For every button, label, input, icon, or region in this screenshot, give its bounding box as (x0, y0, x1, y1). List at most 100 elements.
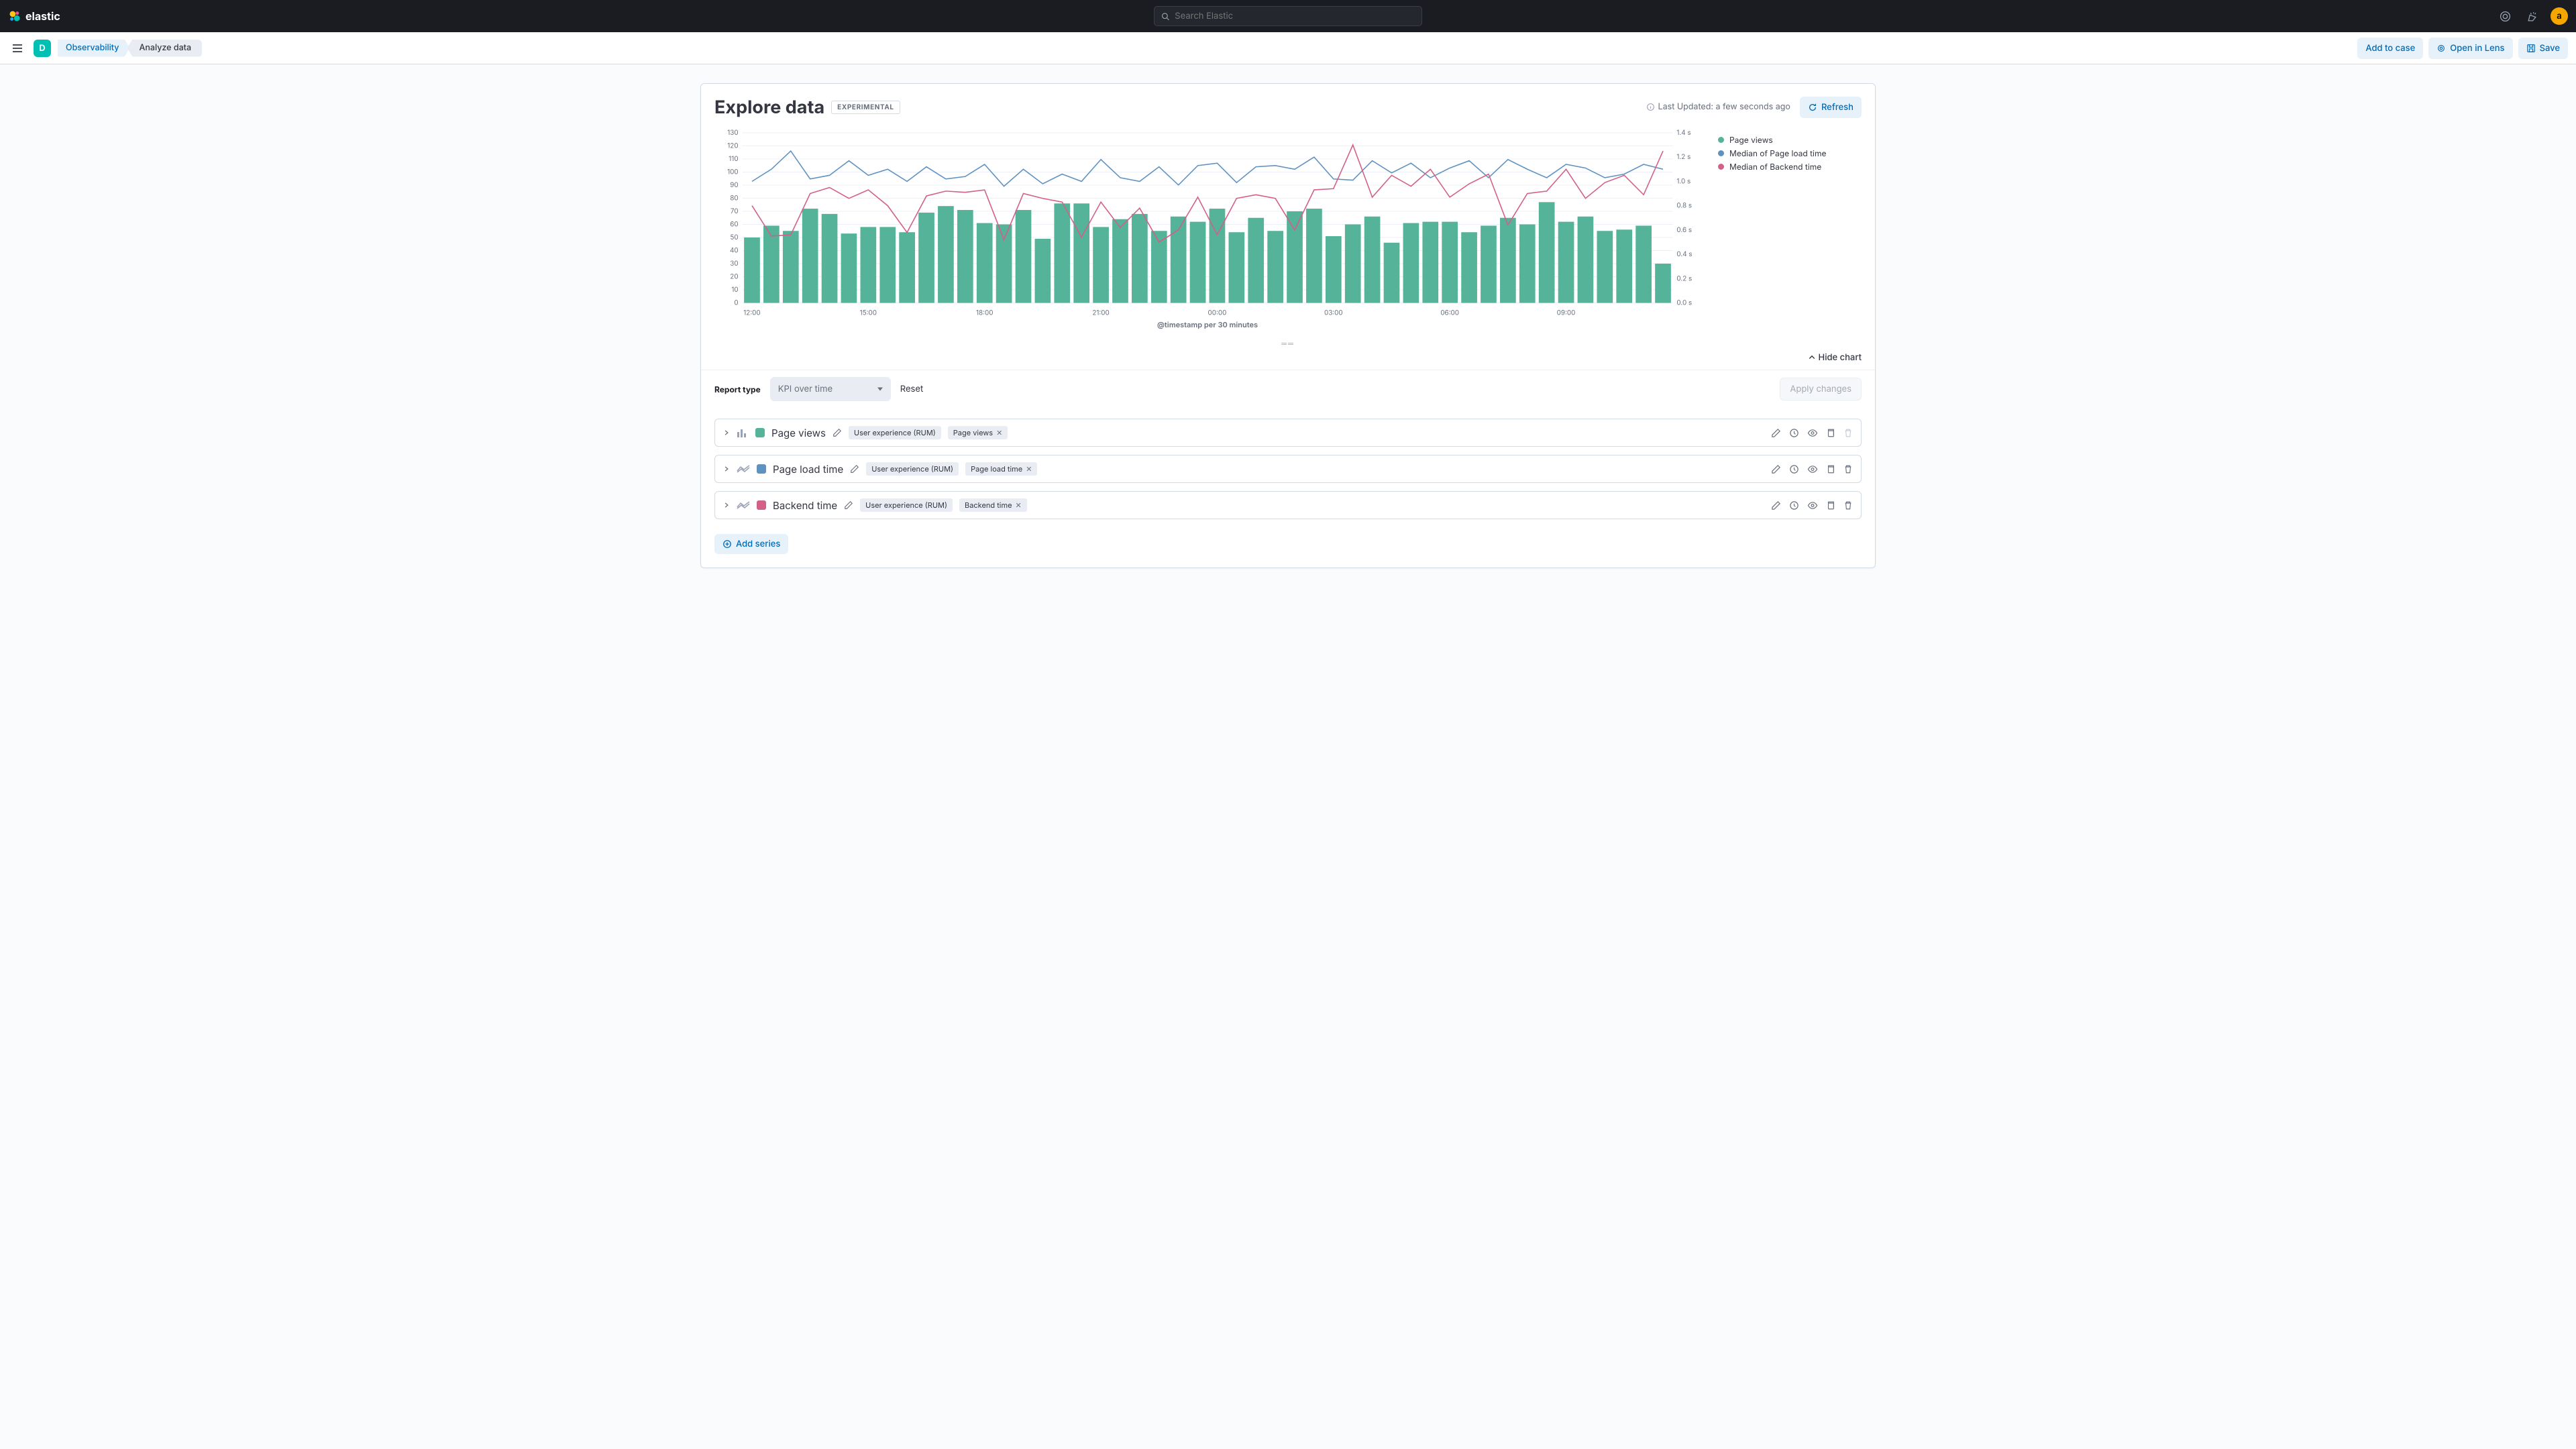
report-type-label: Report type (714, 384, 761, 394)
visibility-icon[interactable] (1807, 428, 1818, 438)
edit-name-icon[interactable] (844, 500, 853, 510)
svg-text:18:00: 18:00 (976, 309, 993, 317)
svg-text:80: 80 (730, 194, 738, 202)
chevron-up-icon (1808, 354, 1816, 362)
edit-icon[interactable] (1771, 464, 1781, 474)
search-input[interactable] (1175, 11, 1415, 21)
explore-data-panel: Explore data EXPERIMENTAL Last Updated: … (700, 83, 1876, 568)
legend-label: Median of Backend time (1729, 162, 1821, 172)
series-color-swatch[interactable] (755, 428, 765, 437)
add-series-button[interactable]: Add series (714, 534, 788, 554)
svg-text:15:00: 15:00 (860, 309, 877, 317)
breadcrumb-observability[interactable]: Observability (58, 40, 130, 57)
series-color-swatch[interactable] (757, 464, 766, 474)
hide-chart-toggle[interactable]: Hide chart (1808, 352, 1862, 363)
expand-series-toggle[interactable] (723, 429, 730, 436)
copy-icon[interactable] (1826, 464, 1835, 474)
newsfeed-icon[interactable] (2524, 8, 2540, 24)
metric-tag: Page views✕ (948, 426, 1008, 439)
expand-series-toggle[interactable] (723, 466, 730, 472)
elastic-logo-icon (8, 9, 21, 23)
metric-tag: Backend time✕ (959, 498, 1027, 512)
global-search[interactable] (1154, 6, 1422, 26)
report-type-select[interactable]: KPI over time (770, 377, 891, 401)
last-updated-text: Last Updated: a few seconds ago (1646, 102, 1790, 112)
series-name: Page views (771, 427, 826, 439)
series-name: Backend time (773, 499, 837, 512)
lens-icon (2436, 44, 2446, 53)
svg-text:20: 20 (730, 272, 738, 280)
nav-toggle-button[interactable] (8, 39, 27, 58)
series-row: Page views User experience (RUM) Page vi… (714, 419, 1862, 447)
copy-icon[interactable] (1826, 428, 1835, 438)
date-icon[interactable] (1789, 428, 1799, 438)
edit-icon[interactable] (1771, 428, 1781, 438)
refresh-button[interactable]: Refresh (1800, 97, 1862, 118)
delete-icon[interactable] (1843, 464, 1853, 474)
copy-icon[interactable] (1826, 500, 1835, 511)
svg-text:120: 120 (727, 142, 738, 150)
series-list: Page views User experience (RUM) Page vi… (701, 419, 1875, 526)
series-type-icon (737, 500, 750, 510)
elastic-logo[interactable]: elastic (8, 9, 60, 23)
user-avatar[interactable]: a (2551, 7, 2568, 25)
remove-tag-icon[interactable]: ✕ (1016, 500, 1022, 510)
series-row: Backend time User experience (RUM) Backe… (714, 491, 1862, 519)
experimental-badge: EXPERIMENTAL (831, 101, 900, 114)
svg-text:0: 0 (734, 299, 738, 307)
expand-series-toggle[interactable] (723, 502, 730, 508)
visibility-icon[interactable] (1807, 500, 1818, 511)
legend-label: Page views (1729, 135, 1773, 145)
svg-text:0.4 s: 0.4 s (1676, 250, 1692, 258)
legend-dot (1718, 150, 1724, 156)
svg-text:60: 60 (730, 220, 738, 228)
resize-handle[interactable]: ══ (701, 337, 1875, 350)
edit-name-icon[interactable] (833, 428, 842, 437)
save-button[interactable]: Save (2518, 38, 2568, 59)
visibility-icon[interactable] (1807, 464, 1818, 474)
svg-text:10: 10 (731, 286, 738, 294)
svg-text:12:00: 12:00 (743, 309, 760, 317)
edit-icon[interactable] (1771, 500, 1781, 511)
add-to-case-button[interactable]: Add to case (2357, 38, 2423, 59)
series-color-swatch[interactable] (757, 500, 766, 510)
series-type-icon (737, 464, 750, 474)
global-header: elastic a (0, 0, 2576, 32)
date-icon[interactable] (1789, 464, 1799, 474)
legend-item[interactable]: Median of Backend time (1718, 160, 1864, 173)
svg-text:0.6 s: 0.6 s (1676, 226, 1692, 234)
space-selector[interactable]: D (34, 40, 51, 57)
svg-text:1.2 s: 1.2 s (1676, 153, 1690, 161)
date-icon[interactable] (1789, 500, 1799, 511)
data-source-tag: User experience (RUM) (849, 426, 941, 439)
app-header: D Observability Analyze data Add to case… (0, 32, 2576, 64)
plus-circle-icon (722, 539, 732, 549)
legend-item[interactable]: Page views (1718, 133, 1864, 146)
series-type-icon (737, 428, 749, 437)
svg-text:130: 130 (727, 129, 738, 137)
chart-legend: Page viewsMedian of Page load time Median… (1706, 127, 1867, 333)
svg-text:09:00: 09:00 (1557, 309, 1576, 317)
remove-tag-icon[interactable]: ✕ (996, 428, 1002, 437)
legend-dot (1718, 137, 1724, 143)
reset-button[interactable]: Reset (900, 384, 923, 394)
svg-text:1.0 s: 1.0 s (1676, 177, 1690, 185)
svg-text:1.4 s: 1.4 s (1676, 129, 1690, 137)
remove-tag-icon[interactable]: ✕ (1026, 464, 1032, 474)
help-icon[interactable] (2497, 8, 2513, 24)
delete-icon[interactable] (1843, 500, 1853, 511)
logo-text: elastic (25, 9, 60, 23)
legend-dot (1718, 164, 1724, 170)
data-source-tag: User experience (RUM) (860, 498, 953, 512)
svg-text:90: 90 (730, 181, 738, 189)
svg-text:21:00: 21:00 (1092, 309, 1109, 317)
kpi-chart[interactable]: 01020304050607080901001101201300.0 s0.2 … (709, 127, 1706, 320)
edit-name-icon[interactable] (850, 464, 859, 474)
chart-x-axis-label: @timestamp per 30 minutes (709, 320, 1706, 333)
open-in-lens-button[interactable]: Open in Lens (2428, 38, 2512, 59)
svg-text:03:00: 03:00 (1324, 309, 1343, 317)
legend-item[interactable]: Median of Page load time (1718, 146, 1864, 160)
apply-changes-button[interactable]: Apply changes (1780, 378, 1862, 400)
breadcrumbs: Observability Analyze data (58, 40, 202, 57)
svg-text:30: 30 (730, 260, 738, 268)
